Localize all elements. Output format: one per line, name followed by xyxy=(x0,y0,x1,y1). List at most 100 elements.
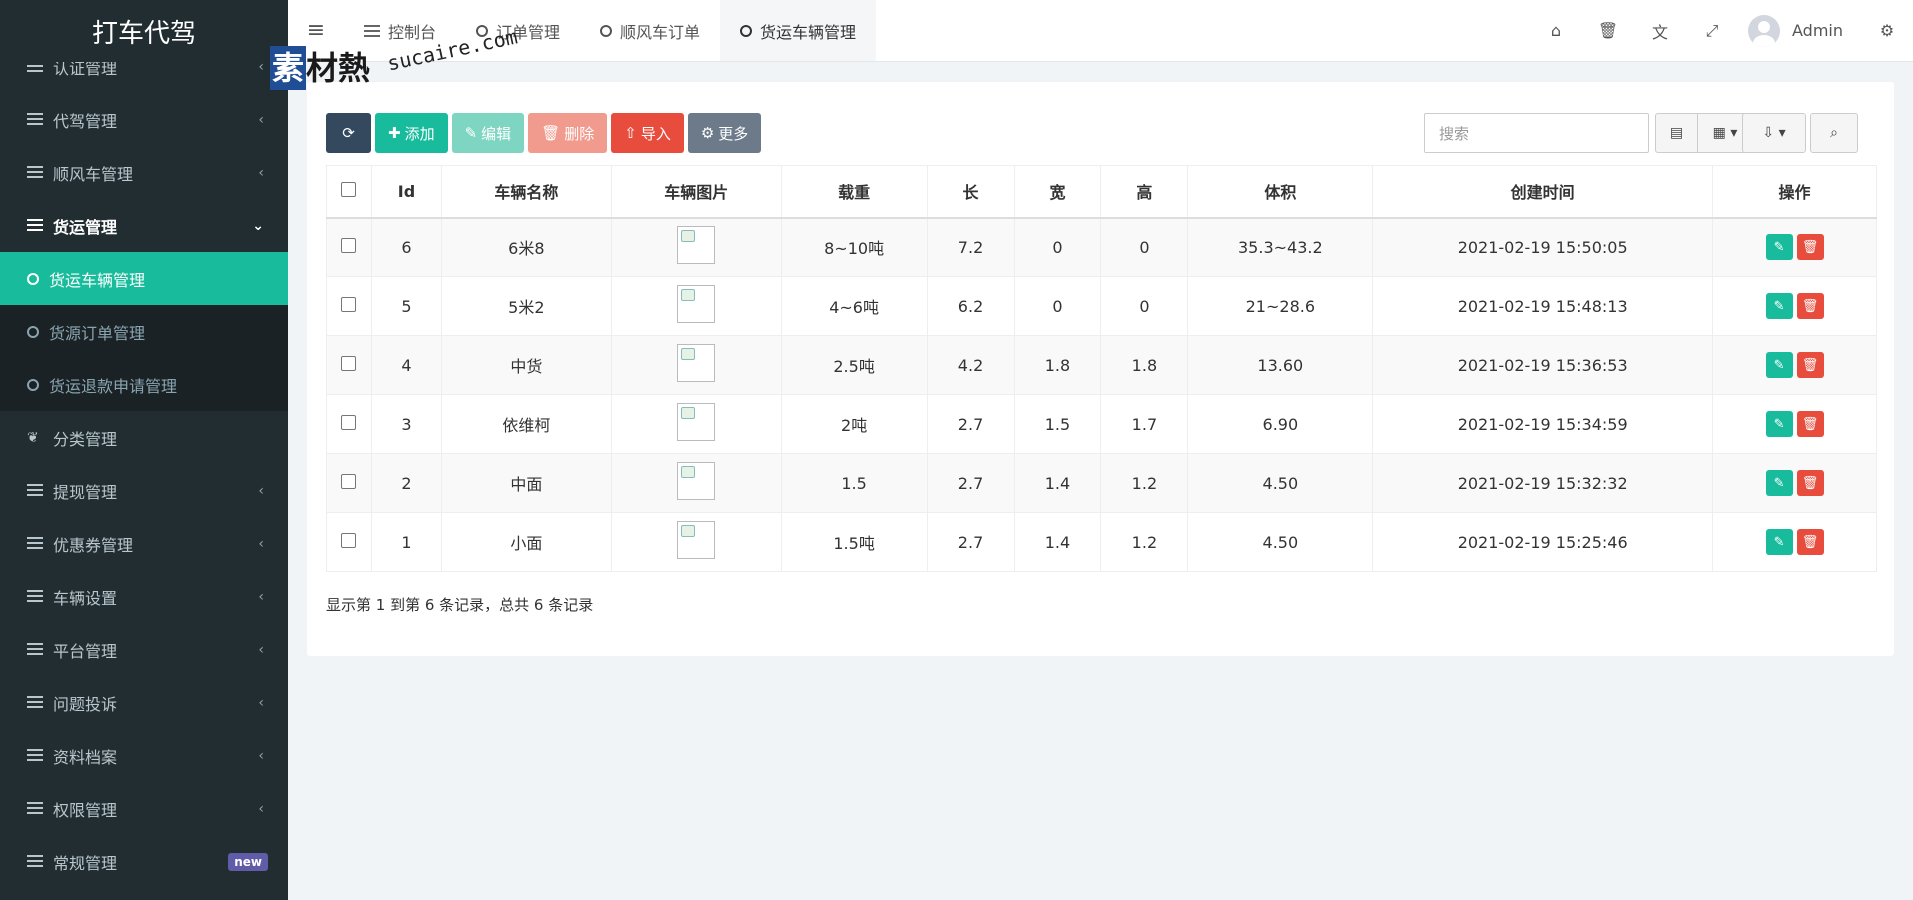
row-select-cell[interactable] xyxy=(326,512,372,572)
select-all-checkbox[interactable] xyxy=(341,181,357,197)
delete-button-label: 删除 xyxy=(564,124,595,143)
more-button[interactable]: ⚙ 更多 xyxy=(687,113,762,153)
cell-name: 小面 xyxy=(441,512,612,572)
column-header[interactable]: Id xyxy=(371,165,442,218)
sidebar-submenu: 货运车辆管理 货源订单管理 货运退款申请管理 xyxy=(0,252,288,411)
edit-row-icon[interactable]: ✎ xyxy=(1765,234,1793,261)
column-header[interactable]: 车辆名称 xyxy=(441,165,612,218)
tab-freight-vehicles[interactable]: 货运车辆管理 xyxy=(720,0,877,61)
table-row: 3 依维柯 2吨 2.7 1.5 1.7 6.90 2021-02-19 15:… xyxy=(326,394,1877,454)
sidebar-item-carpool[interactable]: 顺风车管理 ‹ xyxy=(0,146,288,199)
vehicle-image[interactable] xyxy=(677,403,716,441)
refresh-icon: ⟳ xyxy=(342,124,355,142)
app-logo[interactable]: 打车代驾 xyxy=(0,0,288,62)
add-button[interactable]: ✚ 添加 xyxy=(375,113,448,153)
column-header[interactable]: 体积 xyxy=(1187,165,1374,218)
row-select-cell[interactable] xyxy=(326,276,372,336)
delete-row-icon[interactable]: 🗑 xyxy=(1796,293,1824,319)
column-header[interactable]: 长 xyxy=(927,165,1015,218)
delete-button[interactable]: 🗑 删除 xyxy=(528,113,608,153)
pencil-icon: ✎ xyxy=(464,124,478,142)
delete-row-icon[interactable]: 🗑 xyxy=(1796,529,1824,555)
cell-actions: ✎ 🗑 xyxy=(1713,395,1877,454)
sidebar-menu: 认证管理 ‹ 代驾管理 ‹ 顺风车管理 ‹ 货运管理 ⌄ 货运车辆管理 货源订单… xyxy=(0,40,288,888)
import-button[interactable]: ⇧ 导入 xyxy=(611,113,684,153)
cell-height: 0 xyxy=(1100,276,1189,336)
cell-volume: 4.50 xyxy=(1187,512,1374,572)
export-dropdown-icon[interactable]: ⇩ ▾ xyxy=(1743,114,1805,152)
sidebar-subitem-label: 货运车辆管理 xyxy=(49,270,146,290)
cell-volume: 35.3~43.2 xyxy=(1187,217,1374,277)
sidebar-subitem-freight-vehicles[interactable]: 货运车辆管理 xyxy=(0,252,288,305)
fullscreen-icon[interactable]: ⤢ xyxy=(1686,0,1738,62)
settings-icon[interactable]: ⚙ xyxy=(1861,0,1913,62)
sidebar-item-driving[interactable]: 代驾管理 ‹ xyxy=(0,93,288,146)
delete-row-icon[interactable]: 🗑 xyxy=(1796,470,1824,496)
search-input[interactable]: 搜索 xyxy=(1424,113,1649,153)
column-header[interactable]: 创建时间 xyxy=(1372,165,1714,218)
user-menu[interactable]: Admin xyxy=(1738,14,1861,47)
cell-name: 中面 xyxy=(441,453,612,513)
sidebar-subitem-freight-refunds[interactable]: 货运退款申请管理 xyxy=(0,358,288,411)
card-view-icon[interactable]: ▤ xyxy=(1656,114,1698,152)
row-checkbox[interactable] xyxy=(341,355,357,371)
column-header[interactable]: 载重 xyxy=(781,165,928,218)
home-icon[interactable]: ⌂ xyxy=(1530,0,1582,62)
edit-row-icon[interactable]: ✎ xyxy=(1765,352,1793,378)
delete-row-icon[interactable]: 🗑 xyxy=(1796,411,1824,437)
row-checkbox[interactable] xyxy=(341,296,357,312)
row-select-cell[interactable] xyxy=(326,217,372,277)
row-checkbox[interactable] xyxy=(341,532,357,548)
sidebar-item-platform[interactable]: 平台管理 ‹ xyxy=(0,623,288,676)
vehicle-image[interactable] xyxy=(677,344,716,382)
row-select-cell[interactable] xyxy=(326,453,372,513)
sidebar-item-freight[interactable]: 货运管理 ⌄ xyxy=(0,199,288,252)
delete-row-icon[interactable]: 🗑 xyxy=(1796,352,1824,378)
row-select-cell[interactable] xyxy=(326,335,372,395)
edit-button[interactable]: ✎ 编辑 xyxy=(451,113,525,153)
row-checkbox[interactable] xyxy=(341,473,357,489)
circle-icon xyxy=(27,378,39,391)
user-name: Admin xyxy=(1792,21,1843,40)
vehicle-image[interactable] xyxy=(677,521,716,559)
row-select-cell[interactable] xyxy=(326,394,372,454)
sidebar-item-archives[interactable]: 资料档案 ‹ xyxy=(0,729,288,782)
tab-label: 顺风车订单 xyxy=(620,22,701,42)
refresh-button[interactable]: ⟳ xyxy=(326,113,371,153)
leaf-icon: ❦ xyxy=(27,429,39,446)
vehicle-image[interactable] xyxy=(677,285,716,323)
tab-carpool-orders[interactable]: 顺风车订单 xyxy=(580,0,720,61)
edit-row-icon[interactable]: ✎ xyxy=(1765,470,1793,496)
search-icon[interactable]: ⌕ xyxy=(1811,114,1857,152)
column-header[interactable]: 车辆图片 xyxy=(611,165,782,218)
trash-icon[interactable]: 🗑 xyxy=(1582,0,1634,62)
list-icon xyxy=(27,589,43,604)
watermark-mark: 素 xyxy=(270,46,307,90)
row-checkbox[interactable] xyxy=(341,237,357,253)
chevron-left-icon: ‹ xyxy=(258,588,264,605)
sidebar-item-permissions[interactable]: 权限管理 ‹ xyxy=(0,782,288,835)
edit-row-icon[interactable]: ✎ xyxy=(1765,529,1793,555)
sidebar-item-category[interactable]: ❦ 分类管理 xyxy=(0,411,288,464)
list-icon xyxy=(27,642,43,657)
edit-row-icon[interactable]: ✎ xyxy=(1765,411,1793,437)
column-header[interactable]: 高 xyxy=(1100,165,1189,218)
sidebar-item-coupons[interactable]: 优惠券管理 ‹ xyxy=(0,517,288,570)
vehicle-image[interactable] xyxy=(677,226,716,265)
cell-volume: 13.60 xyxy=(1187,335,1374,395)
cell-created: 2021-02-19 15:34:59 xyxy=(1372,394,1714,454)
upload-icon: ⇧ xyxy=(624,124,637,142)
row-checkbox[interactable] xyxy=(341,414,357,430)
sidebar-item-label: 货运管理 xyxy=(53,217,118,237)
edit-row-icon[interactable]: ✎ xyxy=(1765,293,1793,319)
sidebar-item-withdraw[interactable]: 提现管理 ‹ xyxy=(0,464,288,517)
column-header[interactable]: 宽 xyxy=(1014,165,1102,218)
sidebar-subitem-freight-orders[interactable]: 货源订单管理 xyxy=(0,305,288,358)
vehicle-image[interactable] xyxy=(677,462,716,500)
sidebar-item-complaints[interactable]: 问题投诉 ‹ xyxy=(0,676,288,729)
translate-icon[interactable]: 文 xyxy=(1634,0,1686,62)
sidebar-item-vehicle-settings[interactable]: 车辆设置 ‹ xyxy=(0,570,288,623)
select-all-checkbox-cell[interactable] xyxy=(326,165,372,218)
sidebar-item-general[interactable]: 常规管理 new xyxy=(0,835,288,888)
delete-row-icon[interactable]: 🗑 xyxy=(1796,234,1824,261)
